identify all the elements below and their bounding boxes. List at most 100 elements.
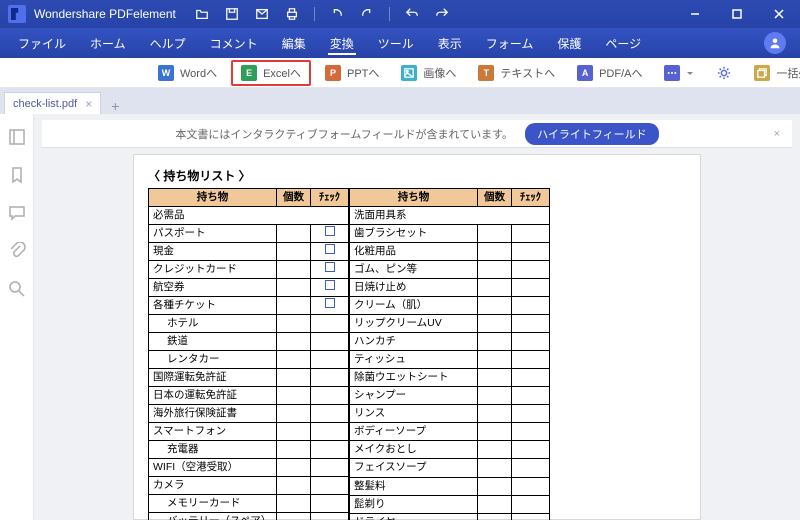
- highlight-fields-button[interactable]: ハイライトフィールド: [525, 123, 659, 145]
- ribbon-word[interactable]: WWordへ: [150, 62, 225, 84]
- menu-ページ[interactable]: ページ: [593, 31, 653, 56]
- check-cell[interactable]: [512, 513, 550, 520]
- quantity-cell[interactable]: [478, 279, 512, 297]
- quantity-cell[interactable]: [478, 243, 512, 261]
- check-cell[interactable]: [311, 495, 349, 513]
- ribbon-pdfa[interactable]: APDF/Aへ: [569, 62, 650, 84]
- new-tab-button[interactable]: +: [101, 98, 129, 114]
- quantity-cell[interactable]: [478, 405, 512, 423]
- ribbon-other[interactable]: [656, 62, 702, 84]
- ribbon-batch[interactable]: 一括処理: [746, 62, 800, 84]
- close-tab-icon[interactable]: ×: [85, 97, 92, 111]
- check-cell[interactable]: [311, 459, 349, 477]
- quantity-cell[interactable]: [277, 513, 311, 520]
- quantity-cell[interactable]: [478, 477, 512, 495]
- quantity-cell[interactable]: [277, 243, 311, 261]
- quantity-cell[interactable]: [478, 495, 512, 513]
- quantity-cell[interactable]: [478, 225, 512, 243]
- menu-変換[interactable]: 変換: [318, 31, 366, 56]
- document-tab[interactable]: check-list.pdf ×: [4, 92, 101, 114]
- bookmark-icon[interactable]: [8, 166, 26, 184]
- quantity-cell[interactable]: [478, 261, 512, 279]
- check-cell[interactable]: [512, 351, 550, 369]
- check-cell[interactable]: [512, 459, 550, 477]
- check-cell[interactable]: [311, 405, 349, 423]
- undo2-icon[interactable]: [404, 6, 420, 22]
- checkbox-icon[interactable]: [325, 244, 335, 254]
- check-cell[interactable]: [311, 477, 349, 495]
- quantity-cell[interactable]: [277, 477, 311, 495]
- search-icon[interactable]: [8, 280, 26, 298]
- quantity-cell[interactable]: [478, 441, 512, 459]
- quantity-cell[interactable]: [277, 369, 311, 387]
- menu-フォーム[interactable]: フォーム: [474, 31, 546, 56]
- quantity-cell[interactable]: [478, 387, 512, 405]
- quantity-cell[interactable]: [277, 387, 311, 405]
- quantity-cell[interactable]: [277, 423, 311, 441]
- close-button[interactable]: [758, 0, 800, 28]
- check-cell[interactable]: [311, 315, 349, 333]
- check-cell[interactable]: [512, 333, 550, 351]
- quantity-cell[interactable]: [478, 297, 512, 315]
- avatar[interactable]: [764, 32, 786, 54]
- menu-ファイル[interactable]: ファイル: [6, 31, 78, 56]
- quantity-cell[interactable]: [277, 495, 311, 513]
- quantity-cell[interactable]: [277, 261, 311, 279]
- ribbon-ppt[interactable]: PPPTへ: [317, 62, 387, 84]
- checkbox-icon[interactable]: [325, 280, 335, 290]
- quantity-cell[interactable]: [277, 225, 311, 243]
- check-cell[interactable]: [311, 423, 349, 441]
- menu-コメント[interactable]: コメント: [198, 31, 270, 56]
- quantity-cell[interactable]: [277, 459, 311, 477]
- thumbnails-icon[interactable]: [8, 128, 26, 146]
- check-cell[interactable]: [311, 351, 349, 369]
- close-info-icon[interactable]: ×: [774, 128, 780, 140]
- quantity-cell[interactable]: [478, 351, 512, 369]
- check-cell[interactable]: [512, 279, 550, 297]
- quantity-cell[interactable]: [277, 405, 311, 423]
- quantity-cell[interactable]: [478, 369, 512, 387]
- check-cell[interactable]: [512, 441, 550, 459]
- quantity-cell[interactable]: [478, 459, 512, 477]
- check-cell[interactable]: [512, 243, 550, 261]
- redo-icon[interactable]: [359, 6, 375, 22]
- save-icon[interactable]: [224, 6, 240, 22]
- checkbox-icon[interactable]: [325, 298, 335, 308]
- checkbox-icon[interactable]: [325, 262, 335, 272]
- check-cell[interactable]: [311, 441, 349, 459]
- quantity-cell[interactable]: [277, 351, 311, 369]
- quantity-cell[interactable]: [478, 333, 512, 351]
- checkbox-icon[interactable]: [325, 226, 335, 236]
- check-cell[interactable]: [512, 261, 550, 279]
- ribbon-excel[interactable]: EExcelへ: [231, 60, 311, 86]
- quantity-cell[interactable]: [277, 315, 311, 333]
- quantity-cell[interactable]: [277, 279, 311, 297]
- check-cell[interactable]: [512, 315, 550, 333]
- check-cell[interactable]: [311, 369, 349, 387]
- comment-icon[interactable]: [8, 204, 26, 222]
- check-cell[interactable]: [512, 405, 550, 423]
- menu-ツール[interactable]: ツール: [366, 31, 426, 56]
- ribbon-text[interactable]: Tテキストへ: [470, 62, 563, 84]
- check-cell[interactable]: [311, 261, 349, 279]
- check-cell[interactable]: [311, 387, 349, 405]
- ribbon-setting[interactable]: [708, 62, 740, 84]
- mail-icon[interactable]: [254, 6, 270, 22]
- menu-ヘルプ[interactable]: ヘルプ: [138, 31, 198, 56]
- minimize-button[interactable]: [674, 0, 716, 28]
- check-cell[interactable]: [311, 513, 349, 520]
- check-cell[interactable]: [512, 297, 550, 315]
- check-cell[interactable]: [512, 225, 550, 243]
- menu-表示[interactable]: 表示: [426, 31, 474, 56]
- attachment-icon[interactable]: [8, 242, 26, 260]
- quantity-cell[interactable]: [277, 333, 311, 351]
- check-cell[interactable]: [311, 279, 349, 297]
- check-cell[interactable]: [512, 495, 550, 513]
- check-cell[interactable]: [512, 477, 550, 495]
- ribbon-image[interactable]: 画像へ: [393, 62, 464, 84]
- menu-保護[interactable]: 保護: [545, 31, 593, 56]
- redo2-icon[interactable]: [434, 6, 450, 22]
- check-cell[interactable]: [311, 225, 349, 243]
- check-cell[interactable]: [311, 297, 349, 315]
- quantity-cell[interactable]: [478, 315, 512, 333]
